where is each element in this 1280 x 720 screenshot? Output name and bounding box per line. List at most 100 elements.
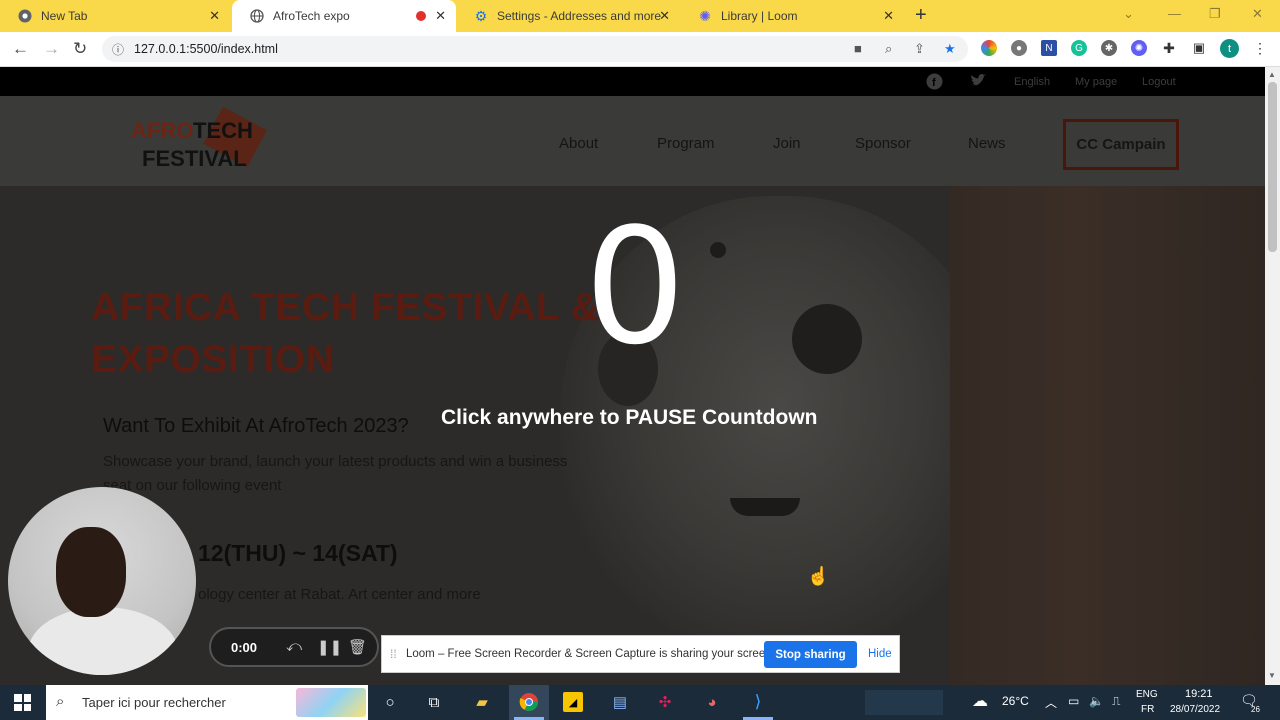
twitter-icon[interactable] [970, 73, 987, 92]
chrome-taskbar-icon[interactable] [519, 692, 539, 712]
pause-icon[interactable]: ❚❚ [317, 638, 342, 656]
nav-program[interactable]: Program [657, 135, 715, 152]
vscode-icon[interactable]: ⟩ [748, 692, 768, 712]
tab-strip: New Tab ✕ AfroTech expo ✕ ⚙ Settings - A… [0, 0, 1280, 32]
tab-new-tab[interactable]: New Tab ✕ [0, 0, 230, 32]
site-topbar: f English My page Logout [0, 67, 1265, 96]
profile-avatar[interactable]: t [1220, 39, 1239, 58]
minimize-icon[interactable]: — [1168, 6, 1181, 21]
volume-icon[interactable]: 🔈 [1089, 694, 1104, 708]
windows-start-icon[interactable] [14, 694, 31, 711]
exhibit-heading: Want To Exhibit At AfroTech 2023? [103, 415, 409, 437]
grammarly-icon[interactable]: G [1071, 40, 1087, 56]
windows-taskbar: ⌕ Taper ici pour rechercher ○ ⧉ ▰ ◢ ▤ ✣ … [0, 685, 1280, 720]
app-window-icon[interactable]: ▤ [610, 692, 630, 712]
clock-time[interactable]: 19:21 [1185, 688, 1213, 700]
close-icon[interactable]: ✕ [435, 8, 446, 24]
close-icon[interactable]: ✕ [659, 8, 670, 24]
undo-icon[interactable]: ⤺ [286, 638, 302, 655]
hide-button[interactable]: Hide [868, 648, 892, 660]
device-icon[interactable]: ▭ [1068, 694, 1079, 708]
reload-icon[interactable]: ↻ [73, 39, 87, 59]
tab-search-icon[interactable]: ⌄ [1123, 6, 1134, 22]
tab-settings[interactable]: ⚙ Settings - Addresses and more ✕ [456, 0, 680, 32]
clock-date[interactable]: 28/07/2022 [1170, 704, 1220, 715]
share-message: Loom – Free Screen Recorder & Screen Cap… [406, 648, 775, 660]
hand-cursor-icon: ☝ [807, 566, 830, 586]
loom-icon: ✺ [699, 7, 711, 24]
scroll-up-icon[interactable]: ▲ [1268, 70, 1276, 79]
tray-expand-icon[interactable]: ︿ [1045, 694, 1057, 711]
cortana-icon[interactable]: ○ [380, 692, 400, 712]
countdown-hint[interactable]: Click anywhere to PAUSE Countdown [441, 406, 817, 430]
search-icon: ⌕ [56, 693, 65, 710]
menu-icon[interactable]: ⋮ [1252, 40, 1268, 56]
weather-cloud-icon[interactable]: ☁ [972, 691, 988, 711]
language-code[interactable]: ENG [1136, 689, 1158, 700]
puzzle-icon[interactable]: ✚ [1161, 40, 1177, 56]
nav-join[interactable]: Join [773, 135, 801, 152]
recording-timer: 0:00 [231, 640, 258, 655]
hero-title-line2: EXPOSITION [91, 338, 335, 381]
search-highlight-image [296, 688, 366, 717]
share-icon[interactable]: ⇪ [914, 41, 925, 57]
tab-afrotech[interactable]: AfroTech expo ✕ [232, 0, 456, 32]
page-scrollbar[interactable]: ▲ ▼ [1265, 67, 1280, 685]
loom-extension-icon[interactable]: ✺ [1131, 40, 1147, 56]
chrome-icon [18, 9, 32, 23]
temperature-text[interactable]: 26°C [1002, 694, 1029, 708]
countdown-number[interactable]: 0 [580, 207, 690, 367]
nav-news[interactable]: News [968, 135, 1006, 152]
window-close-icon[interactable]: ✕ [1252, 6, 1263, 22]
color-extension-icon[interactable] [981, 40, 997, 56]
file-explorer-icon[interactable]: ▰ [472, 692, 492, 712]
sidepanel-icon[interactable]: ▣ [1191, 40, 1207, 56]
restore-icon[interactable]: ❐ [1209, 6, 1221, 22]
webcam-bubble[interactable] [8, 487, 196, 675]
app-icon[interactable]: ◕ [702, 692, 722, 712]
tab-loom[interactable]: ✺ Library | Loom ✕ [680, 0, 904, 32]
address-bar[interactable]: ⓘ 127.0.0.1:5500/index.html ■ ⌕ ⇪ ★ [102, 36, 968, 62]
info-icon[interactable]: ⓘ [112, 41, 124, 58]
camera-icon[interactable]: ■ [854, 41, 862, 56]
logout-link[interactable]: Logout [1142, 76, 1176, 88]
n-extension-icon[interactable]: N [1041, 40, 1057, 56]
drag-handle-icon[interactable]: ⁞⁞ [390, 647, 397, 661]
stop-sharing-button[interactable]: Stop sharing [764, 641, 857, 668]
event-location: ology center at Rabat. Art center and mo… [198, 586, 481, 603]
logo-text-afro: AFRO [131, 118, 194, 143]
close-icon[interactable]: ✕ [883, 8, 894, 24]
nav-about[interactable]: About [559, 135, 598, 152]
recording-icon [416, 11, 426, 21]
screen: New Tab ✕ AfroTech expo ✕ ⚙ Settings - A… [0, 0, 1280, 720]
extension-icon[interactable]: ● [1011, 40, 1027, 56]
back-icon[interactable]: ← [12, 39, 29, 59]
slack-icon[interactable]: ✣ [655, 692, 675, 712]
close-icon[interactable]: ✕ [209, 8, 220, 24]
site-header: AFRO TECH FESTIVAL About Program Join Sp… [0, 96, 1265, 186]
zoom-icon[interactable]: ⌕ [885, 41, 892, 57]
nav-sponsor[interactable]: Sponsor [855, 135, 911, 152]
bug-extension-icon[interactable]: ✱ [1101, 40, 1117, 56]
bookmark-star-icon[interactable]: ★ [944, 41, 956, 57]
facebook-icon[interactable]: f [926, 73, 943, 94]
logo-text-tech: TECH [193, 118, 253, 143]
cc-campain-button[interactable]: CC Campain [1063, 119, 1179, 170]
scroll-down-icon[interactable]: ▼ [1268, 671, 1276, 680]
forward-icon[interactable]: → [43, 39, 60, 59]
taskbar-search[interactable]: ⌕ Taper ici pour rechercher [46, 685, 368, 720]
loom-recording-controls: 0:00 ⤺ ❚❚ 🗑 [209, 627, 379, 667]
new-tab-button[interactable]: + [915, 4, 927, 27]
mypage-link[interactable]: My page [1075, 76, 1117, 88]
sticky-notes-icon[interactable]: ◢ [563, 692, 583, 712]
gear-icon: ⚙ [474, 7, 488, 24]
robot-eye [792, 304, 862, 374]
trash-icon[interactable]: 🗑 [348, 638, 367, 656]
language-region[interactable]: FR [1141, 704, 1154, 715]
network-icon[interactable]: ⎍ [1112, 694, 1120, 709]
taskbar-pinned-area [865, 690, 943, 715]
task-view-icon[interactable]: ⧉ [424, 692, 444, 712]
scrollbar-thumb[interactable] [1268, 82, 1277, 252]
english-link[interactable]: English [1014, 76, 1050, 88]
robot-sensor [710, 242, 726, 258]
